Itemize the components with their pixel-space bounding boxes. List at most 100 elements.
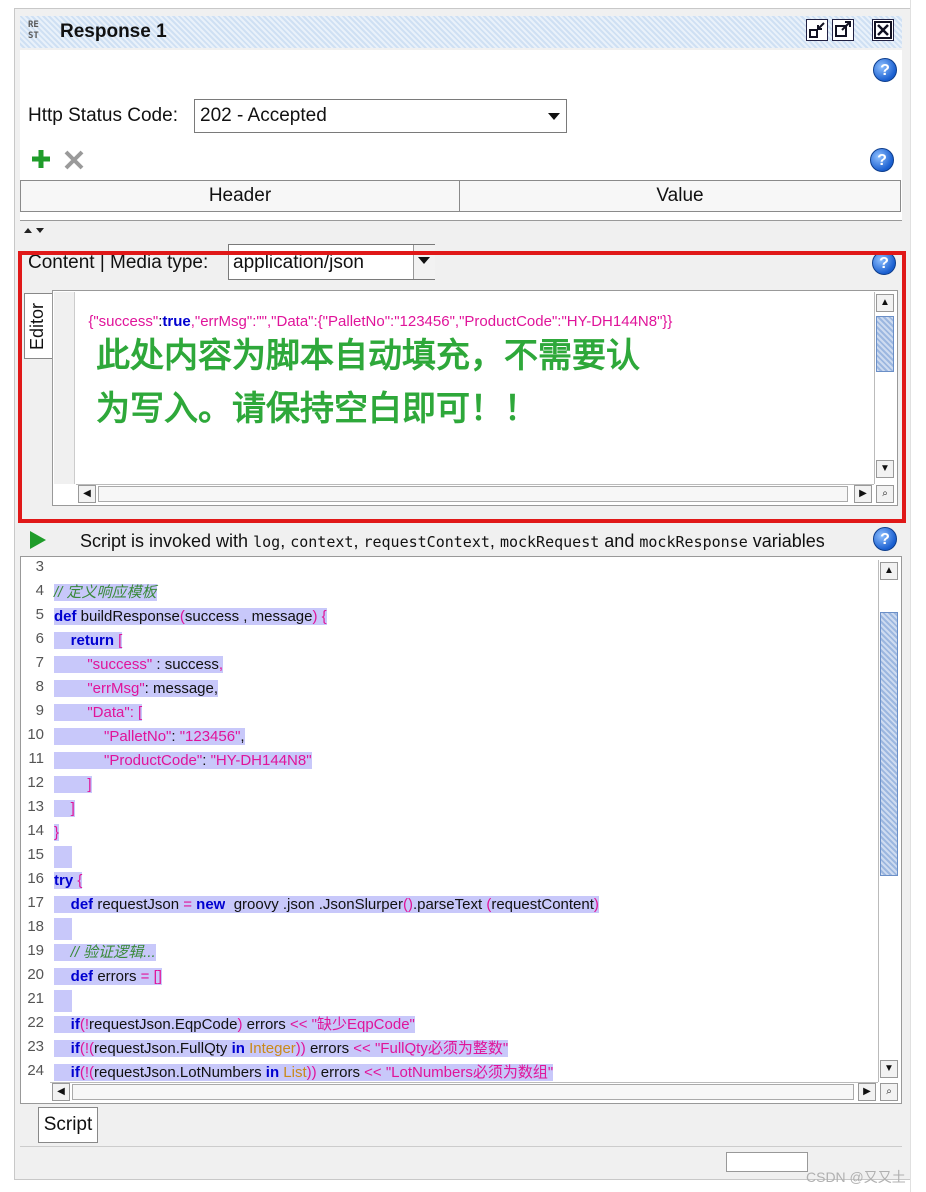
- and-text: and: [604, 531, 635, 551]
- line-number: 9: [35, 702, 44, 719]
- code-line[interactable]: "Data": [: [54, 702, 143, 726]
- line-number: 22: [27, 1014, 44, 1031]
- code-line[interactable]: [54, 846, 72, 870]
- line-number: 16: [27, 870, 44, 887]
- code-token: ): [593, 896, 599, 913]
- code-line[interactable]: if(!requestJson.EqpCode) errors << "缺少Eq…: [54, 1014, 415, 1038]
- header-column[interactable]: Header: [20, 180, 460, 212]
- remove-header-button[interactable]: [63, 149, 85, 171]
- line-number: 13: [27, 798, 44, 815]
- code-token: errors: [316, 1064, 365, 1081]
- code-line[interactable]: [54, 990, 72, 1014]
- status-code-value: 202 - Accepted: [200, 105, 327, 126]
- scroll-up-icon[interactable]: ▲: [880, 562, 898, 580]
- code-token: "ProductCode": [54, 752, 203, 769]
- code-line[interactable]: try {: [54, 870, 83, 894]
- code-token: "HY-DH144N8": [210, 752, 312, 769]
- code-line[interactable]: // 定义响应模板: [54, 582, 157, 606]
- right-edge-panel: [910, 0, 926, 1192]
- code-line[interactable]: "errMsg": message,: [54, 678, 219, 702]
- code-line[interactable]: [54, 918, 72, 942]
- run-script-button[interactable]: [28, 529, 48, 556]
- code-token: def: [54, 896, 94, 913]
- line-number: 14: [27, 822, 44, 839]
- code-token: ]: [54, 800, 75, 817]
- var-mock-response: mockResponse: [639, 533, 748, 551]
- minimize-icon[interactable]: [806, 19, 828, 41]
- code-token: ]: [54, 776, 92, 793]
- code-line[interactable]: ]: [54, 798, 75, 822]
- code-token: "success": [54, 656, 153, 673]
- close-icon[interactable]: [872, 19, 894, 41]
- code-token: {: [73, 872, 83, 889]
- help-icon[interactable]: ?: [873, 527, 897, 551]
- line-number: 21: [27, 990, 44, 1007]
- code-token: def: [54, 608, 77, 625]
- line-number: 10: [27, 726, 44, 743]
- code-token: <<: [353, 1040, 375, 1057]
- window-title: Response 1: [60, 21, 167, 42]
- sep: ,: [353, 531, 359, 551]
- var-context: context: [290, 533, 354, 551]
- line-number: 8: [35, 678, 44, 695]
- code-token: : message,: [144, 680, 219, 697]
- maximize-icon[interactable]: [832, 19, 854, 41]
- empty-selection: [54, 990, 72, 1012]
- line-number: 15: [27, 846, 44, 863]
- code-line[interactable]: "PalletNo": "123456",: [54, 726, 245, 750]
- code-token: success: [184, 608, 240, 625]
- code-token: = []: [136, 968, 162, 985]
- code-token: message: [251, 608, 313, 625]
- sep: ,: [280, 531, 286, 551]
- scroll-right-icon[interactable]: ▶: [858, 1083, 876, 1101]
- code-token: buildResponse: [76, 608, 180, 625]
- code-line[interactable]: "ProductCode": "HY-DH144N8": [54, 750, 312, 774]
- code-token: in: [227, 1040, 250, 1057]
- code-token: ,: [239, 608, 252, 625]
- script-tab[interactable]: Script: [38, 1107, 98, 1143]
- code-line[interactable]: def buildResponse(success , message) {: [54, 606, 327, 630]
- help-icon[interactable]: ?: [873, 58, 897, 82]
- help-icon[interactable]: ?: [870, 148, 894, 172]
- code-line[interactable]: def errors = []: [54, 966, 162, 990]
- empty-selection: [54, 918, 72, 940]
- splitter-icon[interactable]: [22, 222, 52, 233]
- status-code-select[interactable]: 202 - Accepted: [194, 99, 567, 133]
- code-token: =: [179, 896, 197, 913]
- search-icon[interactable]: ⌕: [880, 1083, 898, 1101]
- code-token: [: [114, 632, 123, 649]
- code-line[interactable]: ]: [54, 774, 92, 798]
- script-hscroll-thumb[interactable]: [72, 1084, 854, 1100]
- code-line[interactable]: if(!(requestJson.FullQty in Integer)) er…: [54, 1038, 509, 1062]
- code-token: Integer: [249, 1040, 296, 1057]
- value-column[interactable]: Value: [459, 180, 901, 212]
- var-request-context: requestContext: [363, 533, 490, 551]
- code-line[interactable]: }: [54, 822, 60, 846]
- code-token: errors: [93, 968, 137, 985]
- code-line[interactable]: def requestJson = new groovy .json .Json…: [54, 894, 599, 918]
- code-line[interactable]: return [: [54, 630, 123, 654]
- rest-icon-text: RE ST: [28, 20, 39, 41]
- var-log: log: [253, 533, 281, 551]
- code-token: )): [306, 1064, 317, 1081]
- code-token: if: [54, 1040, 80, 1057]
- code-token: requestJson.LotNumbers: [94, 1064, 262, 1081]
- line-number: 6: [35, 630, 44, 647]
- play-icon: [30, 531, 46, 549]
- code-line[interactable]: "success" : success,: [54, 654, 224, 678]
- code-token: errors: [242, 1016, 290, 1033]
- scroll-left-icon[interactable]: ◀: [52, 1083, 70, 1101]
- code-token: requestJson.EqpCode: [89, 1016, 238, 1033]
- code-token: "errMsg": [54, 680, 145, 697]
- code-line[interactable]: // 验证逻辑...: [54, 942, 156, 966]
- code-token: }: [54, 824, 60, 841]
- scroll-down-icon[interactable]: ▼: [880, 1060, 898, 1078]
- add-header-button[interactable]: [30, 148, 52, 170]
- script-scrollbar-thumb[interactable]: [880, 612, 898, 876]
- script-intro: Script is invoked with: [80, 531, 249, 551]
- code-token: :: [202, 752, 211, 769]
- var-mock-request: mockRequest: [499, 533, 600, 551]
- line-number: 5: [35, 606, 44, 623]
- code-token: )): [295, 1040, 306, 1057]
- code-token: def: [54, 968, 94, 985]
